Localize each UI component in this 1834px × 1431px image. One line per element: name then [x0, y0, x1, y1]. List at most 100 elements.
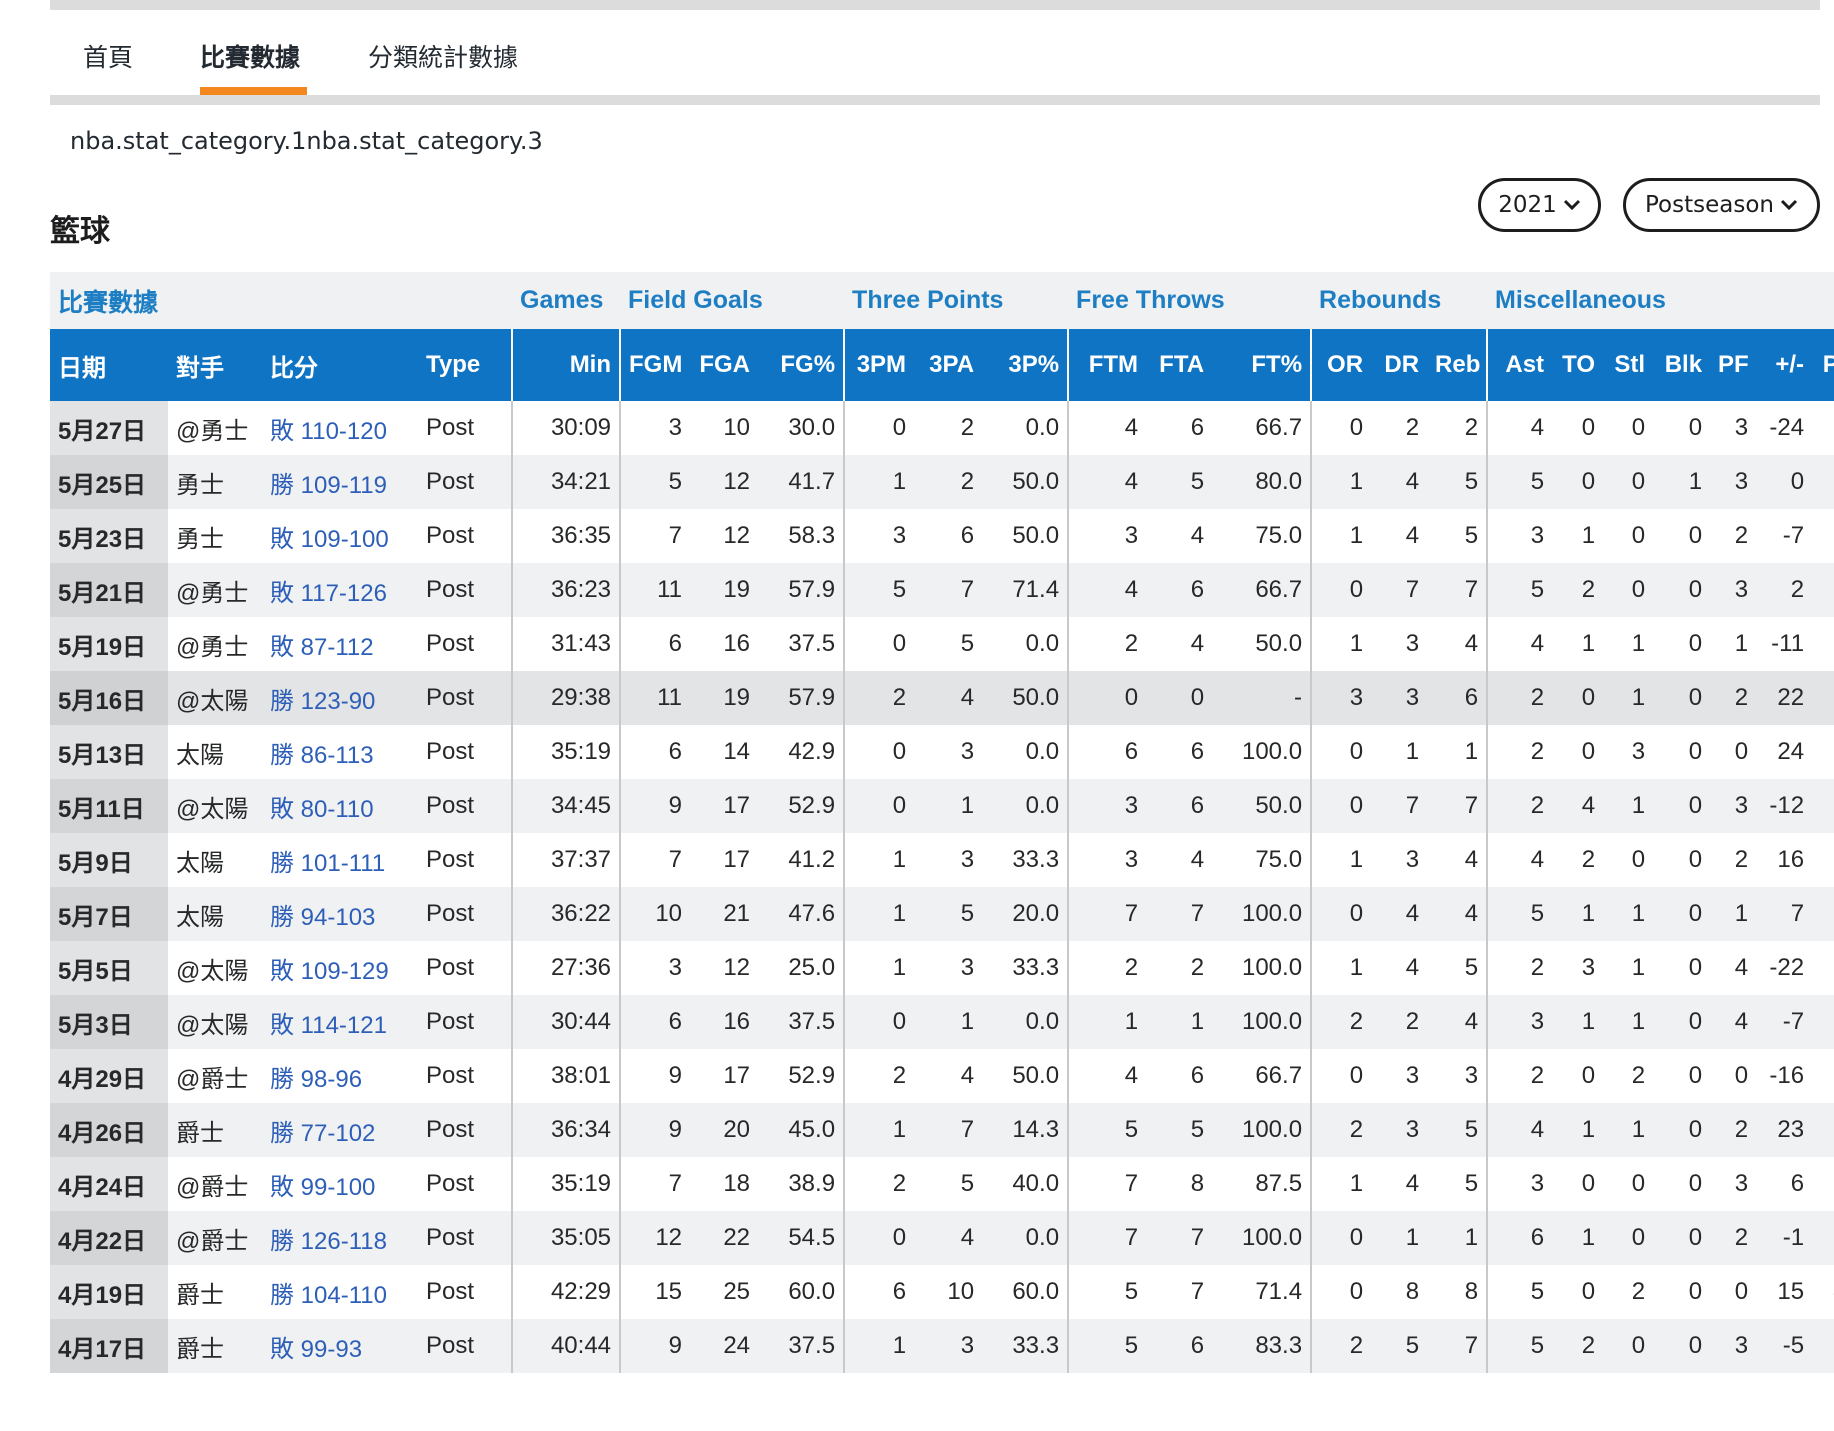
column-header[interactable]: FT%: [1212, 329, 1312, 401]
stat-cell: 2: [1310, 1319, 1372, 1373]
column-header[interactable]: DR: [1371, 329, 1428, 401]
column-header[interactable]: Stl: [1603, 329, 1654, 401]
stat-cell: 45.0: [758, 1103, 845, 1157]
stat-cell: 4: [1734, 954, 1749, 981]
season-select[interactable]: Postseason: [1623, 178, 1820, 232]
column-header[interactable]: Ast: [1486, 329, 1553, 401]
score-link[interactable]: 敗 99-100: [262, 1157, 418, 1211]
column-header[interactable]: +/-: [1756, 329, 1813, 401]
stat-cell: 31:43: [511, 617, 621, 671]
stat-cell: 9: [619, 1319, 691, 1373]
score-link[interactable]: 敗 109-129: [262, 941, 418, 995]
column-header[interactable]: Type: [418, 329, 513, 401]
column-group-row: 比賽數據 Games Field Goals Three Points Free…: [50, 272, 1834, 329]
stat-cell: 36:22: [511, 887, 621, 941]
stat-cell: 0: [843, 617, 915, 671]
opponent: @勇士: [176, 417, 249, 445]
table-row: 4月19日 爵士勝 104-110 Post 42:29 15 25 60.0 6 10 60.0…: [50, 1265, 1834, 1319]
opponent: 勇士: [176, 525, 224, 553]
score-link[interactable]: 勝 86-113: [262, 725, 418, 779]
column-header[interactable]: OR: [1310, 329, 1372, 401]
stat-cell: 9: [619, 779, 691, 833]
stat-cell: 0: [1581, 738, 1596, 765]
stat-cell: 3: [1310, 671, 1372, 725]
stat-cell: 6: [1146, 1319, 1213, 1373]
stat-cell: 16: [723, 630, 751, 657]
stat-cell: 3: [1631, 738, 1646, 765]
column-header[interactable]: 3P%: [982, 329, 1069, 401]
score-link[interactable]: 勝 101-111: [262, 833, 418, 887]
stat-cell: 0: [843, 779, 915, 833]
column-header[interactable]: FGM: [619, 329, 691, 401]
score-link[interactable]: 勝 126-118: [262, 1211, 418, 1265]
column-header[interactable]: 對手: [168, 329, 262, 401]
game-date: 5月11日: [50, 779, 168, 833]
score-link[interactable]: 敗 80-110: [262, 779, 418, 833]
year-select-value: 2021: [1498, 192, 1557, 218]
column-header[interactable]: 日期: [50, 329, 168, 401]
score-link[interactable]: 勝 94-103: [262, 887, 418, 941]
score-link[interactable]: 勝 104-110: [262, 1265, 418, 1319]
stat-cell: 24: [1812, 1319, 1834, 1373]
table-body: 5月27日 @勇士敗 110-120 Post 30:09 3 10 30.0 0 2 0.0 4 6…: [50, 401, 1834, 1373]
year-select[interactable]: 2021: [1478, 178, 1601, 232]
stat-cell: -16: [1769, 1062, 1805, 1089]
column-header[interactable]: FG%: [758, 329, 845, 401]
column-header[interactable]: TO: [1552, 329, 1604, 401]
stat-cell: 80.0: [1212, 455, 1312, 509]
opponent: @爵士: [168, 1211, 262, 1265]
stat-cell: 3: [914, 1319, 983, 1373]
stat-cell: 4: [1405, 522, 1420, 549]
stat-cell: 7: [1427, 563, 1488, 617]
score-link[interactable]: 敗 87-112: [262, 617, 418, 671]
game-date: 4月17日: [50, 1319, 168, 1373]
stat-cell: 5: [1464, 522, 1479, 549]
tab-category-stats[interactable]: 分類統計數據: [368, 38, 518, 74]
column-header[interactable]: 3PM: [843, 329, 915, 401]
column-header[interactable]: FGA: [690, 329, 759, 401]
column-header[interactable]: FTM: [1067, 329, 1147, 401]
stat-cell: 0: [1688, 1170, 1703, 1197]
score-link[interactable]: 勝 77-102: [262, 1103, 418, 1157]
opponent: 太陽: [176, 741, 224, 769]
stat-cell: 0: [1067, 671, 1147, 725]
stat-cell: 4: [1427, 887, 1488, 941]
stat-cell: 2: [1190, 954, 1205, 981]
stat-cell: 1: [1146, 995, 1213, 1049]
stat-cell: 0: [1581, 414, 1596, 441]
stat-cell: 15: [619, 1265, 691, 1319]
column-header[interactable]: FTA: [1146, 329, 1213, 401]
stat-category-text: nba.stat_category.1nba.stat_category.3: [70, 127, 543, 155]
tab-game-stats[interactable]: 比賽數據: [200, 38, 300, 74]
score-link[interactable]: 敗 114-121: [262, 995, 418, 1049]
stat-cell: 3: [1734, 1170, 1749, 1197]
column-header[interactable]: Min: [511, 329, 621, 401]
stat-cell: 2: [1486, 1049, 1553, 1103]
column-header[interactable]: 比分: [262, 329, 418, 401]
score-link[interactable]: 敗 117-126: [262, 563, 418, 617]
score-link[interactable]: 勝 98-96: [262, 1049, 418, 1103]
column-header[interactable]: 3PA: [914, 329, 983, 401]
stat-cell: 3: [1581, 954, 1596, 981]
stat-cell: 12: [723, 954, 751, 981]
stat-cell: 24: [1812, 1103, 1834, 1157]
tab-home[interactable]: 首頁: [83, 38, 133, 74]
stat-cell: 6: [619, 995, 691, 1049]
stat-cell: 1: [843, 833, 915, 887]
column-header[interactable]: PF: [1710, 329, 1757, 401]
table-row: 5月27日 @勇士敗 110-120 Post 30:09 3 10 30.0 0 2 0.0 4 6…: [50, 401, 1834, 455]
score-link[interactable]: 勝 123-90: [262, 671, 418, 725]
stat-cell: 3: [843, 509, 915, 563]
score-link[interactable]: 敗 109-100: [262, 509, 418, 563]
stat-cell: 3: [1710, 779, 1757, 833]
column-header[interactable]: Pts: [1812, 329, 1834, 401]
score-link[interactable]: 敗 110-120: [262, 401, 418, 455]
column-header[interactable]: Blk: [1653, 329, 1711, 401]
score-link[interactable]: 敗 99-93: [262, 1319, 418, 1373]
stat-cell: 57.9: [758, 671, 845, 725]
score-link[interactable]: 勝 109-119: [262, 455, 418, 509]
table-row: 5月13日 太陽勝 86-113 Post 35:19 6 14 42.9 0 3 0.0 6 6 10…: [50, 725, 1834, 779]
column-header[interactable]: Reb: [1427, 329, 1488, 401]
stat-cell: 7: [1427, 779, 1488, 833]
table-row: 4月17日 爵士敗 99-93 Post 40:44 9 24 37.5 1 3 33.3 5 6 83…: [50, 1319, 1834, 1373]
